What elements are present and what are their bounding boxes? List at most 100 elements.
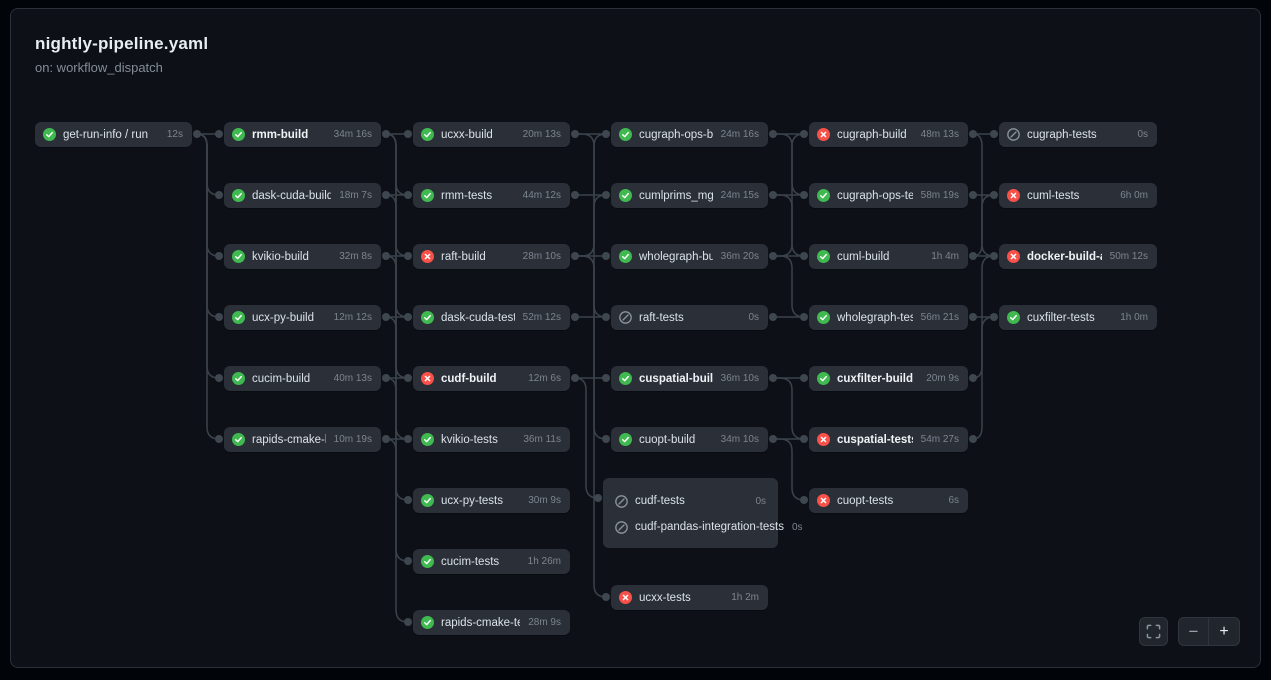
job-label: kvikio-build (252, 251, 309, 263)
job-label: cuopt-tests (837, 495, 893, 507)
port-dot (800, 374, 808, 382)
job-cuspatial-tests[interactable]: cuspatial-tests54m 27s (809, 427, 968, 452)
status-success-icon (817, 372, 830, 385)
job-cudf-pandas-integration-tests[interactable]: cudf-pandas-integration-tests0s (615, 514, 766, 540)
job-duration: 34m 16s (326, 129, 372, 140)
edge (575, 195, 606, 256)
job-duration: 6s (940, 495, 959, 506)
job-ucx-py-build[interactable]: ucx-py-build12m 12s (224, 305, 381, 330)
job-label: cugraph-ops-build (639, 129, 713, 141)
job-dask-cuda-build[interactable]: dask-cuda-build18m 7s (224, 183, 381, 208)
status-success-icon (232, 189, 245, 202)
port-dot (990, 130, 998, 138)
edge (973, 256, 994, 439)
zoom-in-button[interactable]: + (1209, 618, 1239, 645)
job-cugraph-ops-build[interactable]: cugraph-ops-build24m 16s (611, 122, 768, 147)
zoom-out-icon: − (1189, 622, 1199, 642)
status-failure-icon (421, 250, 434, 263)
job-cugraph-ops-tests[interactable]: cugraph-ops-tests58m 19s (809, 183, 968, 208)
status-success-icon (43, 128, 56, 141)
job-cumlprims_mg-build[interactable]: cumlprims_mg-build24m 15s (611, 183, 768, 208)
job-label: cudf-tests (635, 495, 685, 507)
job-rmm-tests[interactable]: rmm-tests44m 12s (413, 183, 570, 208)
edge (773, 195, 804, 256)
job-label: cugraph-tests (1027, 129, 1097, 141)
status-success-icon (232, 372, 245, 385)
job-duration: 12m 6s (520, 373, 561, 384)
job-rapids-cmake-tests[interactable]: rapids-cmake-tests28m 9s (413, 610, 570, 635)
job-label: kvikio-tests (441, 434, 498, 446)
job-label: cuspatial-build (639, 373, 713, 385)
job-cuopt-build[interactable]: cuopt-build34m 10s (611, 427, 768, 452)
job-duration: 0s (784, 522, 803, 533)
fit-view-button[interactable] (1139, 617, 1168, 646)
port-dot (404, 618, 412, 626)
status-success-icon (619, 250, 632, 263)
workflow-graph-canvas[interactable]: get-run-info / run12s rmm-build34m 16s das… (0, 0, 1271, 680)
job-duration: 36m 11s (515, 434, 561, 445)
port-dot (602, 374, 610, 382)
job-cuxfilter-build[interactable]: cuxfilter-build20m 9s (809, 366, 968, 391)
job-duration: 1h 0m (1112, 312, 1148, 323)
job-duration: 24m 16s (713, 129, 759, 140)
port-dot (382, 191, 390, 199)
job-duration: 20m 13s (515, 129, 561, 140)
job-rapids-cmake-build[interactable]: rapids-cmake-build10m 19s (224, 427, 381, 452)
job-cuxfilter-tests[interactable]: cuxfilter-tests1h 0m (999, 305, 1157, 330)
job-cugraph-tests[interactable]: cugraph-tests0s (999, 122, 1157, 147)
job-ucxx-tests[interactable]: ucxx-tests1h 2m (611, 585, 768, 610)
job-wholegraph-tests[interactable]: wholegraph-tests56m 21s (809, 305, 968, 330)
zoom-out-button[interactable]: − (1179, 618, 1209, 645)
edge (575, 134, 606, 597)
job-label: ucxx-build (441, 129, 493, 141)
job-cudf-tests[interactable]: cudf-tests0s (615, 488, 766, 514)
port-dot (404, 374, 412, 382)
port-dot (602, 313, 610, 321)
job-cuml-build[interactable]: cuml-build 1h 4m (809, 244, 968, 269)
job-duration: 1h 4m (923, 251, 959, 262)
status-success-icon (817, 311, 830, 324)
job-cuml-tests[interactable]: cuml-tests6h 0m (999, 183, 1157, 208)
port-dot (382, 130, 390, 138)
edge (773, 134, 804, 195)
status-failure-icon (817, 128, 830, 141)
job-docker-build-and-test[interactable]: docker-build-and-test50m 12s (999, 244, 1157, 269)
status-success-icon (421, 494, 434, 507)
port-dot (602, 252, 610, 260)
job-cucim-tests[interactable]: cucim-tests1h 26m (413, 549, 570, 574)
port-dot (769, 435, 777, 443)
status-success-icon (619, 433, 632, 446)
job-duration: 44m 12s (515, 190, 561, 201)
status-skipped-icon (615, 521, 628, 534)
job-group-cudf-tests-group[interactable]: cudf-tests0scudf-pandas-integration-test… (603, 478, 778, 548)
job-kvikio-build[interactable]: kvikio-build32m 8s (224, 244, 381, 269)
job-duration: 48m 13s (913, 129, 959, 140)
job-raft-build[interactable]: raft-build28m 10s (413, 244, 570, 269)
job-ucxx-build[interactable]: ucxx-build 20m 13s (413, 122, 570, 147)
job-label: wholegraph-build (639, 251, 713, 263)
job-label: raft-build (441, 251, 486, 263)
job-label: cucim-tests (441, 556, 499, 568)
job-cuopt-tests[interactable]: cuopt-tests 6s (809, 488, 968, 513)
job-cuspatial-build[interactable]: cuspatial-build36m 10s (611, 366, 768, 391)
job-run[interactable]: get-run-info / run12s (35, 122, 192, 147)
job-duration: 36m 20s (713, 251, 759, 262)
status-success-icon (421, 311, 434, 324)
job-rmm-build[interactable]: rmm-build34m 16s (224, 122, 381, 147)
port-dot (404, 191, 412, 199)
job-cucim-build[interactable]: cucim-build40m 13s (224, 366, 381, 391)
job-dask-cuda-tests[interactable]: dask-cuda-tests52m 12s (413, 305, 570, 330)
job-cugraph-build[interactable]: cugraph-build48m 13s (809, 122, 968, 147)
port-dot (990, 191, 998, 199)
job-wholegraph-build[interactable]: wholegraph-build36m 20s (611, 244, 768, 269)
job-label: docker-build-and-test (1027, 251, 1102, 263)
job-raft-tests[interactable]: raft-tests0s (611, 305, 768, 330)
edge (773, 256, 804, 317)
edge (386, 134, 408, 195)
job-cudf-build[interactable]: cudf-build12m 6s (413, 366, 570, 391)
job-ucx-py-tests[interactable]: ucx-py-tests30m 9s (413, 488, 570, 513)
job-kvikio-tests[interactable]: kvikio-tests 36m 11s (413, 427, 570, 452)
port-dot (215, 191, 223, 199)
job-label: cuxfilter-build (837, 373, 913, 385)
job-label: cuml-build (837, 251, 889, 263)
